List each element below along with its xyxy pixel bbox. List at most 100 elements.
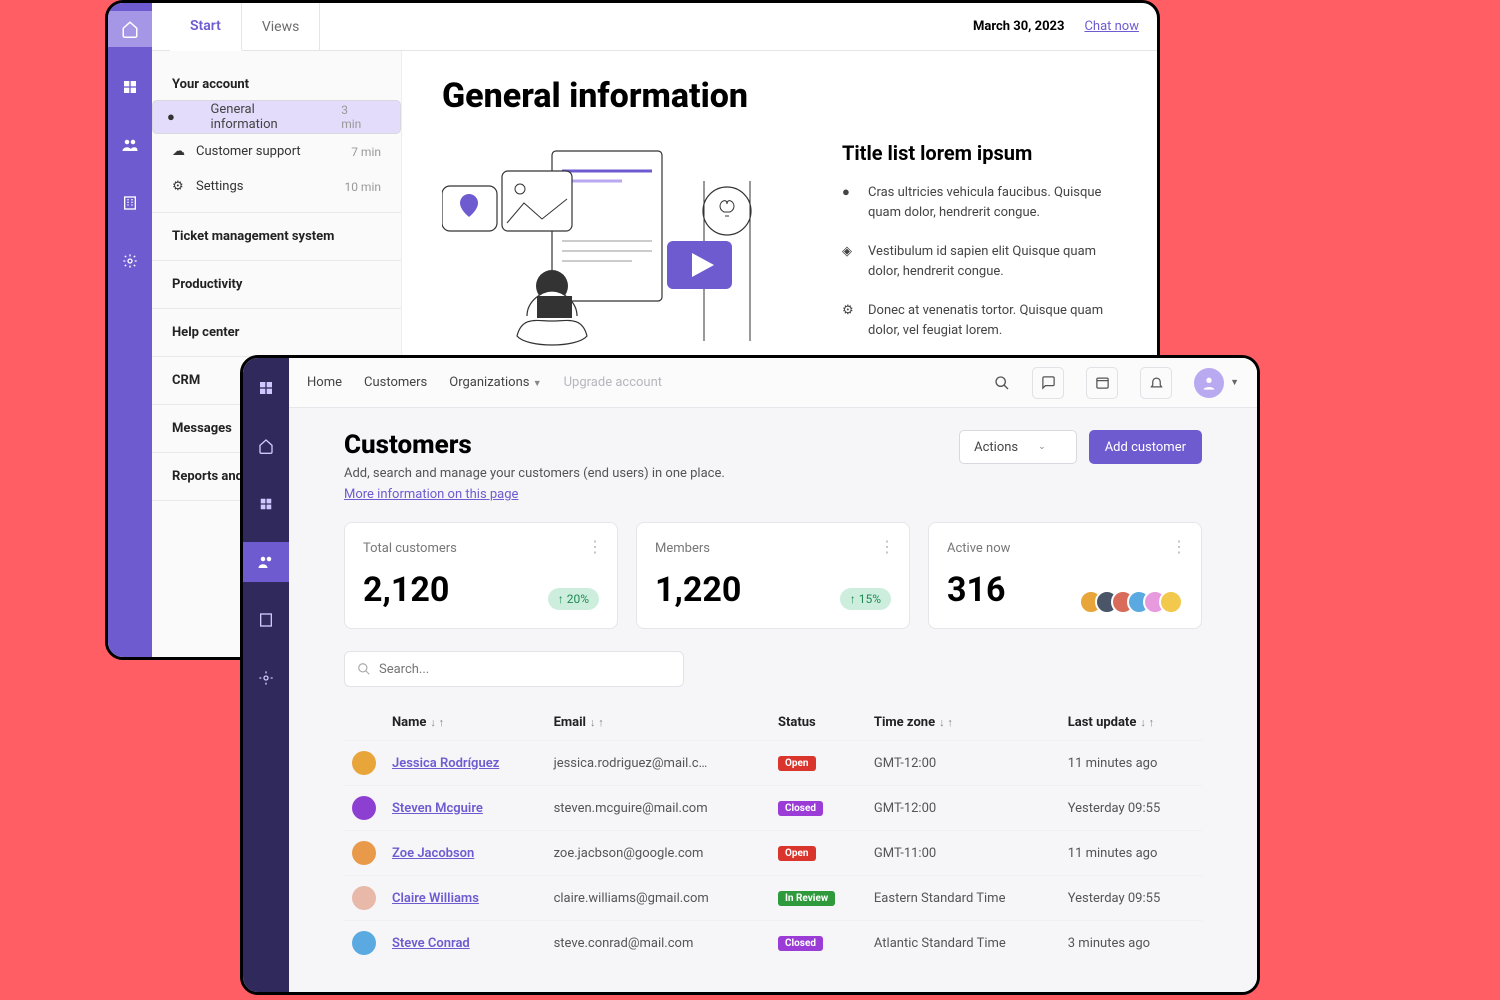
customer-name-link[interactable]: Zoe Jacobson xyxy=(392,846,474,861)
customer-name-link[interactable]: Steven Mcguire xyxy=(392,801,483,816)
customer-name-link[interactable]: Jessica Rodríguez xyxy=(392,756,499,771)
sidebar-item[interactable]: Help center xyxy=(152,317,401,348)
customer-name-link[interactable]: Steve Conrad xyxy=(392,936,470,951)
rail-settings-icon[interactable] xyxy=(108,243,152,279)
rail2-apps-icon[interactable] xyxy=(243,368,289,408)
rail-people-icon[interactable] xyxy=(108,127,152,163)
customers-table: Name↓ ↑ Email↓ ↑ Status Time zone↓ ↑ Las… xyxy=(344,705,1202,965)
sort-icon: ↓ ↑ xyxy=(430,716,444,729)
nav-home[interactable]: Home xyxy=(307,375,342,390)
search-icon xyxy=(357,662,371,676)
status-badge: Open xyxy=(778,846,816,861)
rail2-settings-icon[interactable] xyxy=(243,658,289,698)
avatar xyxy=(352,931,376,955)
sidebar-item[interactable]: Productivity xyxy=(152,269,401,300)
card-menu-icon[interactable]: ⋮ xyxy=(1171,537,1187,556)
profile-menu[interactable]: ▼ xyxy=(1194,368,1239,398)
topnav-w2: Home Customers Organizations ▼ Upgrade a… xyxy=(289,358,1257,408)
tab-views[interactable]: Views xyxy=(242,3,321,51)
table-row[interactable]: Steven Mcguire steven.mcguire@mail.com C… xyxy=(344,786,1202,831)
customer-timezone: GMT-12:00 xyxy=(866,786,1060,831)
stat-card: ⋮ Active now 316 xyxy=(928,522,1202,629)
bell-icon[interactable] xyxy=(1140,367,1172,399)
sidebar-item[interactable]: Ticket management system xyxy=(152,221,401,252)
calendar-icon[interactable] xyxy=(1086,367,1118,399)
topbar-w1: Start Views March 30, 2023 Chat now xyxy=(152,3,1157,51)
header-date: March 30, 2023 xyxy=(973,19,1064,34)
status-badge: Open xyxy=(778,756,816,771)
avatar xyxy=(352,886,376,910)
table-row[interactable]: Zoe Jacobson zoe.jacbson@google.com Open… xyxy=(344,831,1202,876)
rail-home-icon[interactable] xyxy=(108,11,152,47)
col-last-update[interactable]: Last update↓ ↑ xyxy=(1060,705,1202,741)
avatar xyxy=(1194,368,1224,398)
card-menu-icon[interactable]: ⋮ xyxy=(879,537,895,556)
table-row[interactable]: Jessica Rodríguez jessica.rodriguez@mail… xyxy=(344,741,1202,786)
customer-last-update: Yesterday 09:55 xyxy=(1060,876,1202,921)
sidebar-item-support[interactable]: ☁Customer support7 min xyxy=(152,134,401,169)
list-title: Title list lorem ipsum xyxy=(842,141,1117,165)
customer-email: steve.conrad@mail.com xyxy=(546,921,770,966)
add-customer-button[interactable]: Add customer xyxy=(1089,430,1202,464)
customer-email: steven.mcguire@mail.com xyxy=(546,786,770,831)
tab-start[interactable]: Start xyxy=(170,3,242,51)
card-menu-icon[interactable]: ⋮ xyxy=(587,537,603,556)
chat-now-link[interactable]: Chat now xyxy=(1084,19,1139,34)
table-row[interactable]: Steve Conrad steve.conrad@mail.com Close… xyxy=(344,921,1202,966)
rail2-home-icon[interactable] xyxy=(243,426,289,466)
window-customers: Home Customers Organizations ▼ Upgrade a… xyxy=(240,355,1260,995)
customer-timezone: Eastern Standard Time xyxy=(866,876,1060,921)
sort-icon: ↓ ↑ xyxy=(1140,716,1154,729)
nav-upgrade[interactable]: Upgrade account xyxy=(564,375,662,390)
search-icon[interactable] xyxy=(994,375,1010,391)
trend-pill: ↑ 20% xyxy=(548,588,599,610)
bullet-text: Vestibulum id sapien elit Quisque quam d… xyxy=(868,242,1117,281)
customer-last-update: 3 minutes ago xyxy=(1060,921,1202,966)
nav-organizations[interactable]: Organizations ▼ xyxy=(449,375,541,390)
rail2-dashboard-icon[interactable] xyxy=(243,484,289,524)
avatar xyxy=(1159,590,1183,614)
col-email[interactable]: Email↓ ↑ xyxy=(546,705,770,741)
rail2-people-icon[interactable] xyxy=(243,542,289,582)
customer-email: jessica.rodriguez@mail.c… xyxy=(546,741,770,786)
active-avatars xyxy=(1087,590,1183,614)
search-field[interactable] xyxy=(379,662,671,677)
bulb-icon: ● xyxy=(842,183,856,222)
card-label: Active now xyxy=(947,541,1183,556)
col-timezone[interactable]: Time zone↓ ↑ xyxy=(866,705,1060,741)
sort-icon: ↓ ↑ xyxy=(590,716,604,729)
customer-last-update: Yesterday 09:55 xyxy=(1060,786,1202,831)
card-label: Members xyxy=(655,541,891,556)
page-title: Customers xyxy=(344,430,725,460)
customer-last-update: 11 minutes ago xyxy=(1060,831,1202,876)
chevron-down-icon: ▼ xyxy=(533,379,542,389)
customer-name-link[interactable]: Claire Williams xyxy=(392,891,479,906)
rail-building-icon[interactable] xyxy=(108,185,152,221)
nav-customers[interactable]: Customers xyxy=(364,375,427,390)
status-badge: Closed xyxy=(778,936,823,951)
col-name[interactable]: Name↓ ↑ xyxy=(384,705,546,741)
sidebar-item-general[interactable]: ●General information3 min xyxy=(152,100,401,134)
table-row[interactable]: Claire Williams claire.williams@gmail.co… xyxy=(344,876,1202,921)
sidebar-item-label: Settings xyxy=(196,179,243,194)
avatar xyxy=(352,796,376,820)
page-subtitle: Add, search and manage your customers (e… xyxy=(344,466,725,481)
rail2-building-icon[interactable] xyxy=(243,600,289,640)
left-rail-w1 xyxy=(108,3,152,657)
chat-icon[interactable] xyxy=(1032,367,1064,399)
customer-email: zoe.jacbson@google.com xyxy=(546,831,770,876)
sidebar-item-label: Customer support xyxy=(196,144,301,159)
status-badge: Closed xyxy=(778,801,823,816)
chevron-down-icon: ▼ xyxy=(1230,377,1239,388)
bulb-icon: ● xyxy=(167,109,181,125)
rail-dashboard-icon[interactable] xyxy=(108,69,152,105)
stat-card: ⋮ Total customers 2,120↑ 20% xyxy=(344,522,618,629)
actions-dropdown[interactable]: Actions⌄ xyxy=(959,430,1077,464)
more-info-link[interactable]: More information on this page xyxy=(344,487,518,502)
col-status[interactable]: Status xyxy=(770,705,866,741)
search-input[interactable] xyxy=(344,651,684,687)
stat-card: ⋮ Members 1,220↑ 15% xyxy=(636,522,910,629)
sidebar-item-label: General information xyxy=(211,102,322,132)
sidebar-item-settings[interactable]: ⚙Settings10 min xyxy=(152,169,401,204)
bullet-text: Donec at venenatis tortor. Quisque quam … xyxy=(868,301,1117,340)
